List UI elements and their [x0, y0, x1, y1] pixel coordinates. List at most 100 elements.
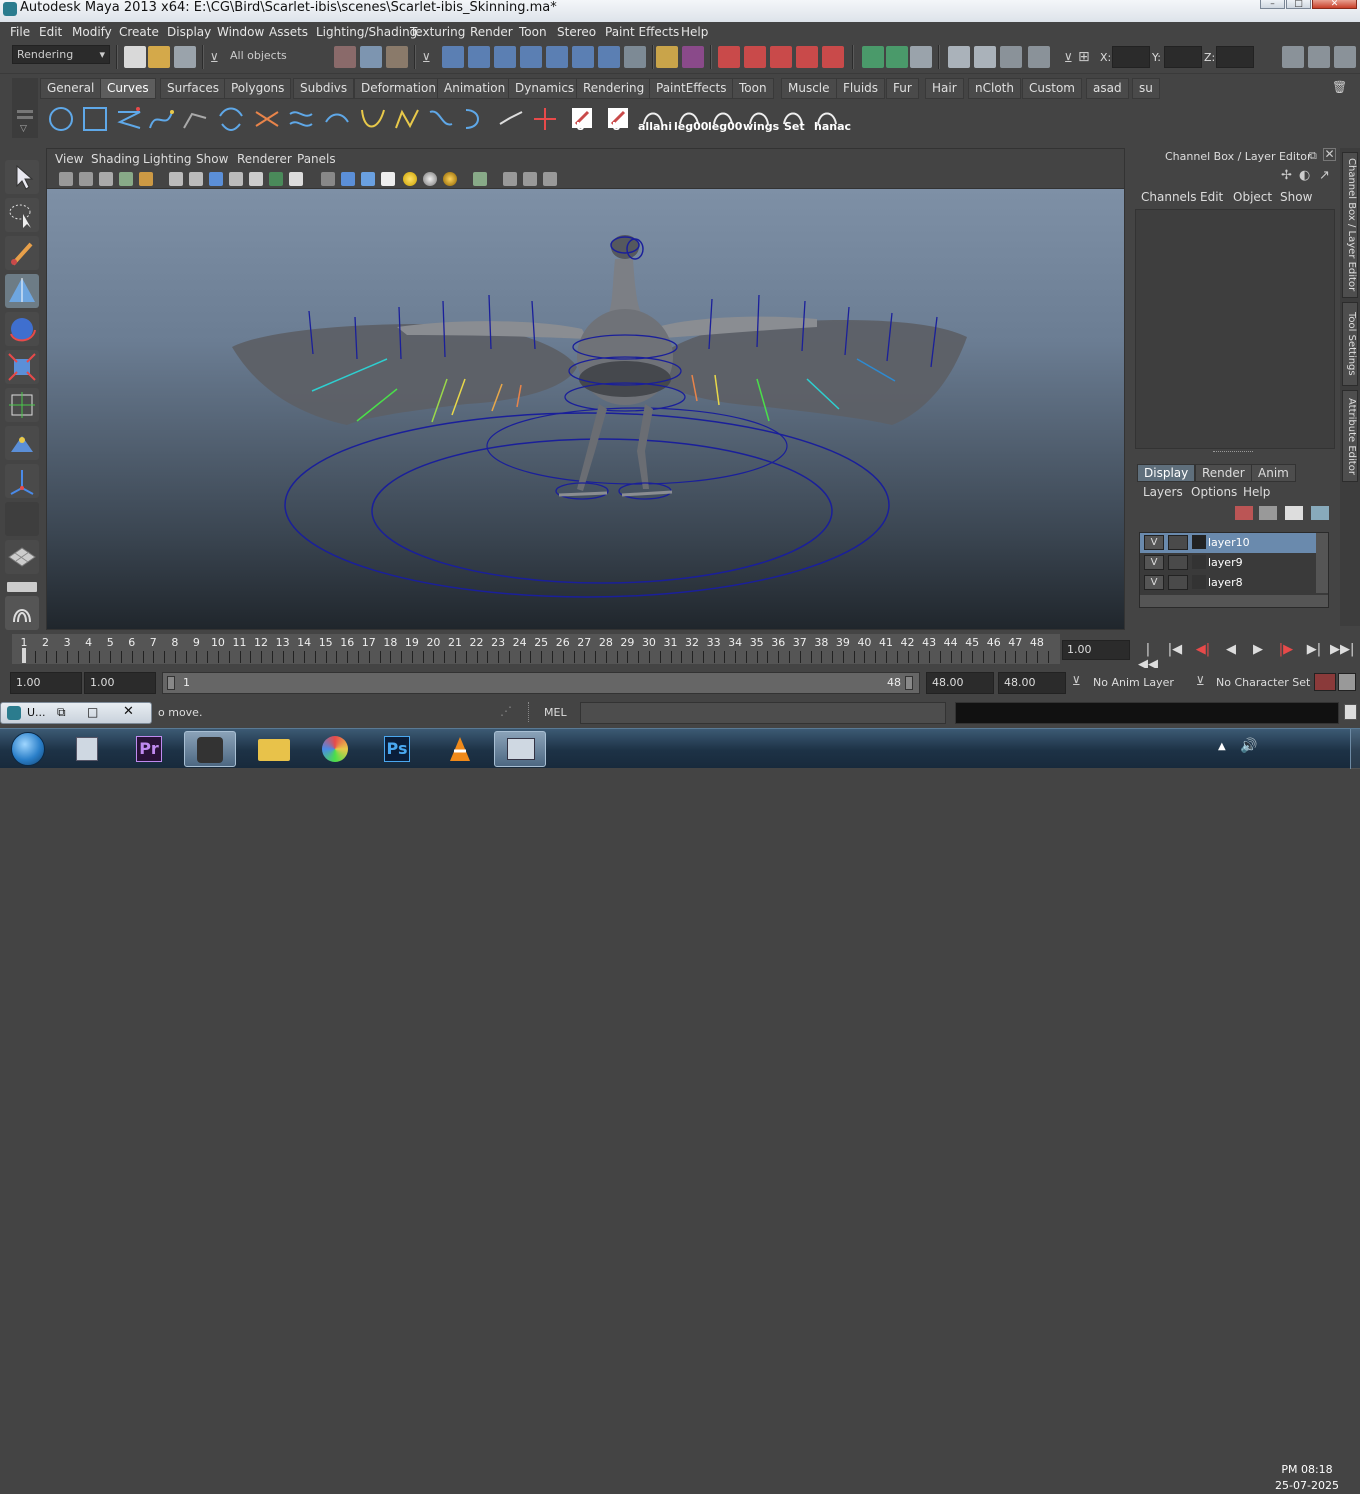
current-frame-field[interactable]: 1.00 [1062, 640, 1130, 660]
layer-row[interactable]: V layer8 [1140, 573, 1316, 593]
playback-end-field[interactable]: 48.00 [926, 672, 994, 694]
shelf-handle[interactable]: ▽ [12, 78, 38, 138]
options-menu[interactable]: Options [1191, 485, 1237, 499]
step-back-frame-button[interactable]: ◀| [1192, 642, 1214, 660]
select-joints-icon[interactable] [468, 46, 490, 68]
field-chart-icon[interactable] [249, 172, 263, 186]
menu-toon[interactable]: Toon [519, 25, 547, 39]
viewport-menu-view[interactable]: View [55, 152, 83, 166]
channels-menu[interactable]: Channels [1141, 190, 1197, 204]
select-dynamics-icon[interactable] [572, 46, 594, 68]
close-panel-icon[interactable]: ✕ [1323, 148, 1336, 161]
universal-manipulator-tool[interactable] [5, 388, 39, 422]
perspective-viewport[interactable]: View Shading Lighting Show Renderer Pane… [46, 148, 1125, 630]
xray-active-icon[interactable] [523, 172, 537, 186]
layer-name[interactable]: layer8 [1208, 576, 1243, 589]
locator-icon[interactable] [530, 104, 560, 134]
layer-visibility-toggle[interactable]: V [1144, 535, 1164, 550]
menu-texturing[interactable]: Texturing [410, 25, 465, 39]
shelf-tab-polygons[interactable]: Polygons [224, 78, 292, 99]
shelf-tab-dynamics[interactable]: Dynamics [508, 78, 582, 99]
current-time-indicator[interactable] [22, 648, 26, 663]
anim-layer-dropdown-arrow-icon[interactable]: ⊻ [1072, 674, 1081, 688]
play-backwards-button[interactable]: ◀ [1220, 642, 1242, 660]
shelf-tab-fluids[interactable]: Fluids [836, 78, 886, 99]
shelf-tab-subdivs[interactable]: Subdivs [293, 78, 355, 99]
range-handle-left[interactable] [167, 676, 175, 690]
move-tool[interactable] [5, 274, 39, 308]
offset-curve-icon[interactable] [322, 104, 352, 134]
lasso-tool[interactable] [5, 198, 39, 232]
circle-curve-icon[interactable] [46, 104, 76, 134]
insert-knot-icon[interactable] [392, 104, 422, 134]
menu-create[interactable]: Create [119, 25, 159, 39]
menu-window[interactable]: Window [217, 25, 264, 39]
wireframe-on-shaded-icon[interactable] [361, 172, 375, 186]
shelf-tab-surfaces[interactable]: Surfaces [160, 78, 226, 99]
mel-input-field[interactable] [580, 702, 946, 724]
open-scene-icon[interactable] [148, 46, 170, 68]
render-view-icon[interactable] [948, 46, 970, 68]
move-layer-up-icon[interactable] [1285, 506, 1303, 520]
play-forwards-button[interactable]: ▶ [1247, 642, 1269, 660]
range-handle-right[interactable] [905, 676, 913, 690]
textured-icon[interactable] [381, 172, 395, 186]
image-plane-icon[interactable] [119, 172, 133, 186]
make-live-icon[interactable] [822, 46, 844, 68]
cog-control-ring[interactable] [486, 407, 788, 485]
maya-hypershade-tool[interactable] [5, 596, 39, 630]
default-light-icon[interactable] [443, 172, 457, 186]
attach-curves-icon[interactable] [286, 104, 316, 134]
shelf-tab-painteffects[interactable]: PaintEffects [649, 78, 734, 99]
select-camera-icon[interactable] [59, 172, 73, 186]
scale-tool[interactable] [5, 350, 39, 384]
rotate-tool[interactable] [5, 312, 39, 346]
xray-joints-icon[interactable] [543, 172, 557, 186]
mask-dropdown-icon[interactable]: ⊻ [422, 51, 431, 65]
step-forward-frame-button[interactable]: |▶ [1275, 642, 1297, 660]
system-clock[interactable]: PM 08:18 25-07-2025 [1268, 1462, 1346, 1494]
toggle-tool-settings-icon[interactable] [1308, 46, 1330, 68]
render-settings-icon[interactable] [1028, 46, 1050, 68]
taskbar-premiere[interactable]: Pr [124, 731, 176, 767]
trash-icon[interactable]: 🗑 [1332, 80, 1347, 94]
render-frame-icon[interactable] [974, 46, 996, 68]
main-control-ring[interactable] [371, 438, 833, 584]
cut-curve-icon[interactable] [252, 104, 282, 134]
select-component-icon[interactable] [386, 46, 408, 68]
smooth-curve-icon[interactable] [496, 104, 526, 134]
menu-stereo[interactable]: Stereo [557, 25, 596, 39]
select-handles-icon[interactable] [442, 46, 464, 68]
speed-icon[interactable]: ◐ [1299, 168, 1310, 183]
script-editor-button[interactable] [1344, 704, 1357, 720]
taskbar-explorer[interactable] [248, 731, 300, 767]
root-control-ring[interactable] [284, 412, 890, 598]
film-gate-icon[interactable] [189, 172, 203, 186]
go-to-end-button[interactable]: ▶▶| [1330, 642, 1354, 660]
viewport-menu-renderer[interactable]: Renderer [237, 152, 292, 166]
menu-display[interactable]: Display [167, 25, 211, 39]
input-connections-icon[interactable] [862, 46, 884, 68]
layer-row[interactable]: V layer10 [1140, 533, 1316, 553]
shelf-tab-custom[interactable]: Custom [1022, 78, 1082, 99]
shelf-tab-curves[interactable]: Curves [100, 78, 156, 99]
shelf-tab-animation[interactable]: Animation [437, 78, 513, 99]
toggle-channel-box-icon[interactable] [1334, 46, 1356, 68]
z-field[interactable] [1216, 46, 1254, 68]
use-all-lights-icon[interactable] [403, 172, 417, 186]
new-empty-layer-icon[interactable] [1259, 506, 1277, 520]
shelf-tab-toon[interactable]: Toon [732, 78, 774, 99]
shelf-tab-asad[interactable]: asad [1086, 78, 1129, 99]
object-menu[interactable]: Object [1233, 190, 1272, 204]
layer-color-swatch[interactable] [1192, 535, 1206, 549]
animation-end-field[interactable]: 48.00 [998, 672, 1066, 694]
taskbar-calculator[interactable] [62, 731, 114, 767]
animation-preferences-icon[interactable] [1338, 673, 1356, 691]
side-tab-channel-box[interactable]: Channel Box / Layer Editor [1342, 152, 1358, 298]
ep-curve-tool-icon[interactable] [146, 104, 176, 134]
layer-visibility-toggle[interactable]: V [1144, 575, 1164, 590]
paint-select-tool[interactable] [5, 236, 39, 270]
layer-list-scrollbar[interactable] [1316, 533, 1328, 593]
layer-tab-render[interactable]: Render [1195, 464, 1252, 482]
volume-icon[interactable]: 🔊 [1240, 738, 1257, 754]
